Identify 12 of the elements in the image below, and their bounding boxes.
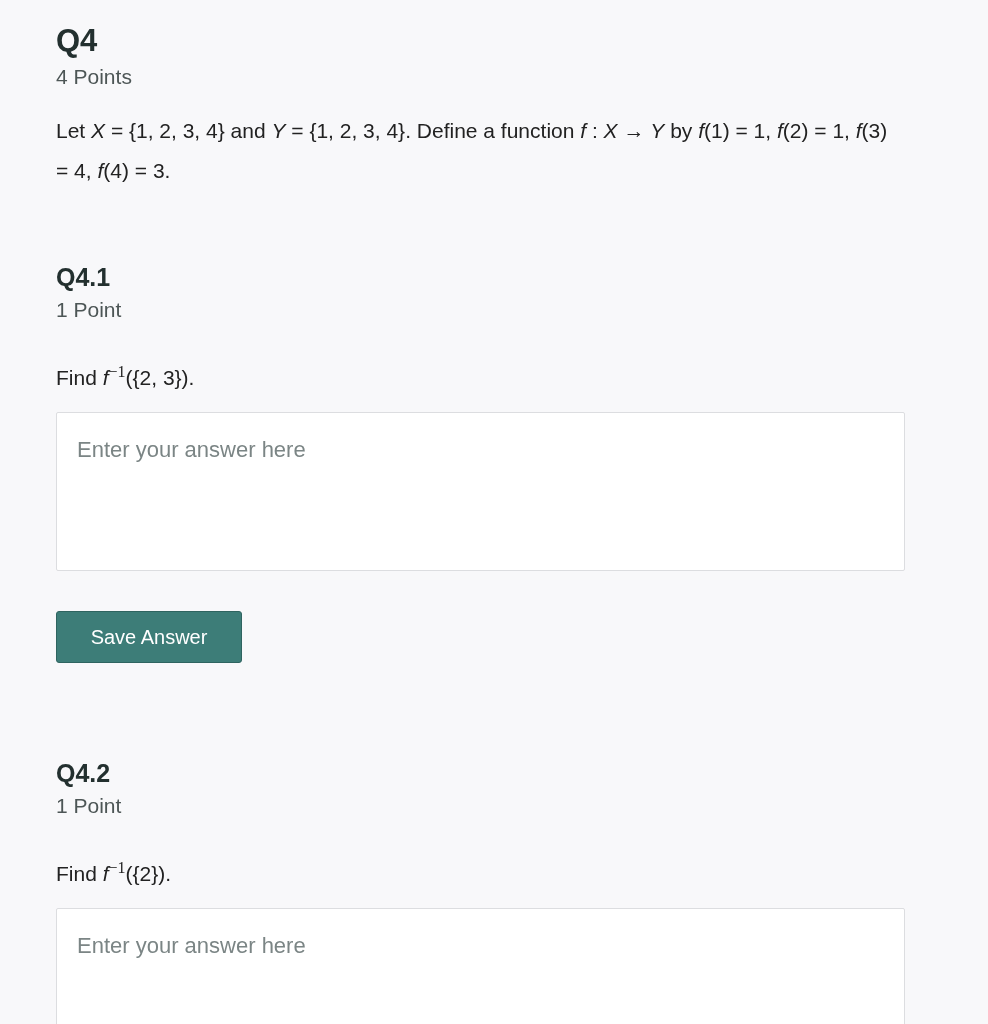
points-label: 4 Points [56, 65, 133, 90]
subquestion-text: Find f$^{−1}$({2}). [56, 858, 173, 888]
save-answer-button[interactable]: Save Answer [56, 611, 242, 664]
subquestion-text: Find f$^{−1}$({2, 3}). [56, 362, 196, 392]
subquestion-title: Q4.2 [56, 759, 112, 789]
points-label: 1 Point [56, 794, 123, 819]
points-label: 1 Point [56, 298, 123, 323]
question-text: Let X = {1, 2, 3, 4} and Y = {1, 2, 3, 4}. Define a function f : X → Y by f(1) = 1, f(2) = 1, f(3) = 4, f(4) = 3. [56, 118, 889, 185]
question-title: Q4 [56, 22, 99, 60]
answer-field[interactable]: Enter your answer here [56, 412, 905, 572]
subquestion-title: Q4.1 [56, 263, 112, 293]
answer-field[interactable]: Enter your answer here [56, 908, 905, 1024]
